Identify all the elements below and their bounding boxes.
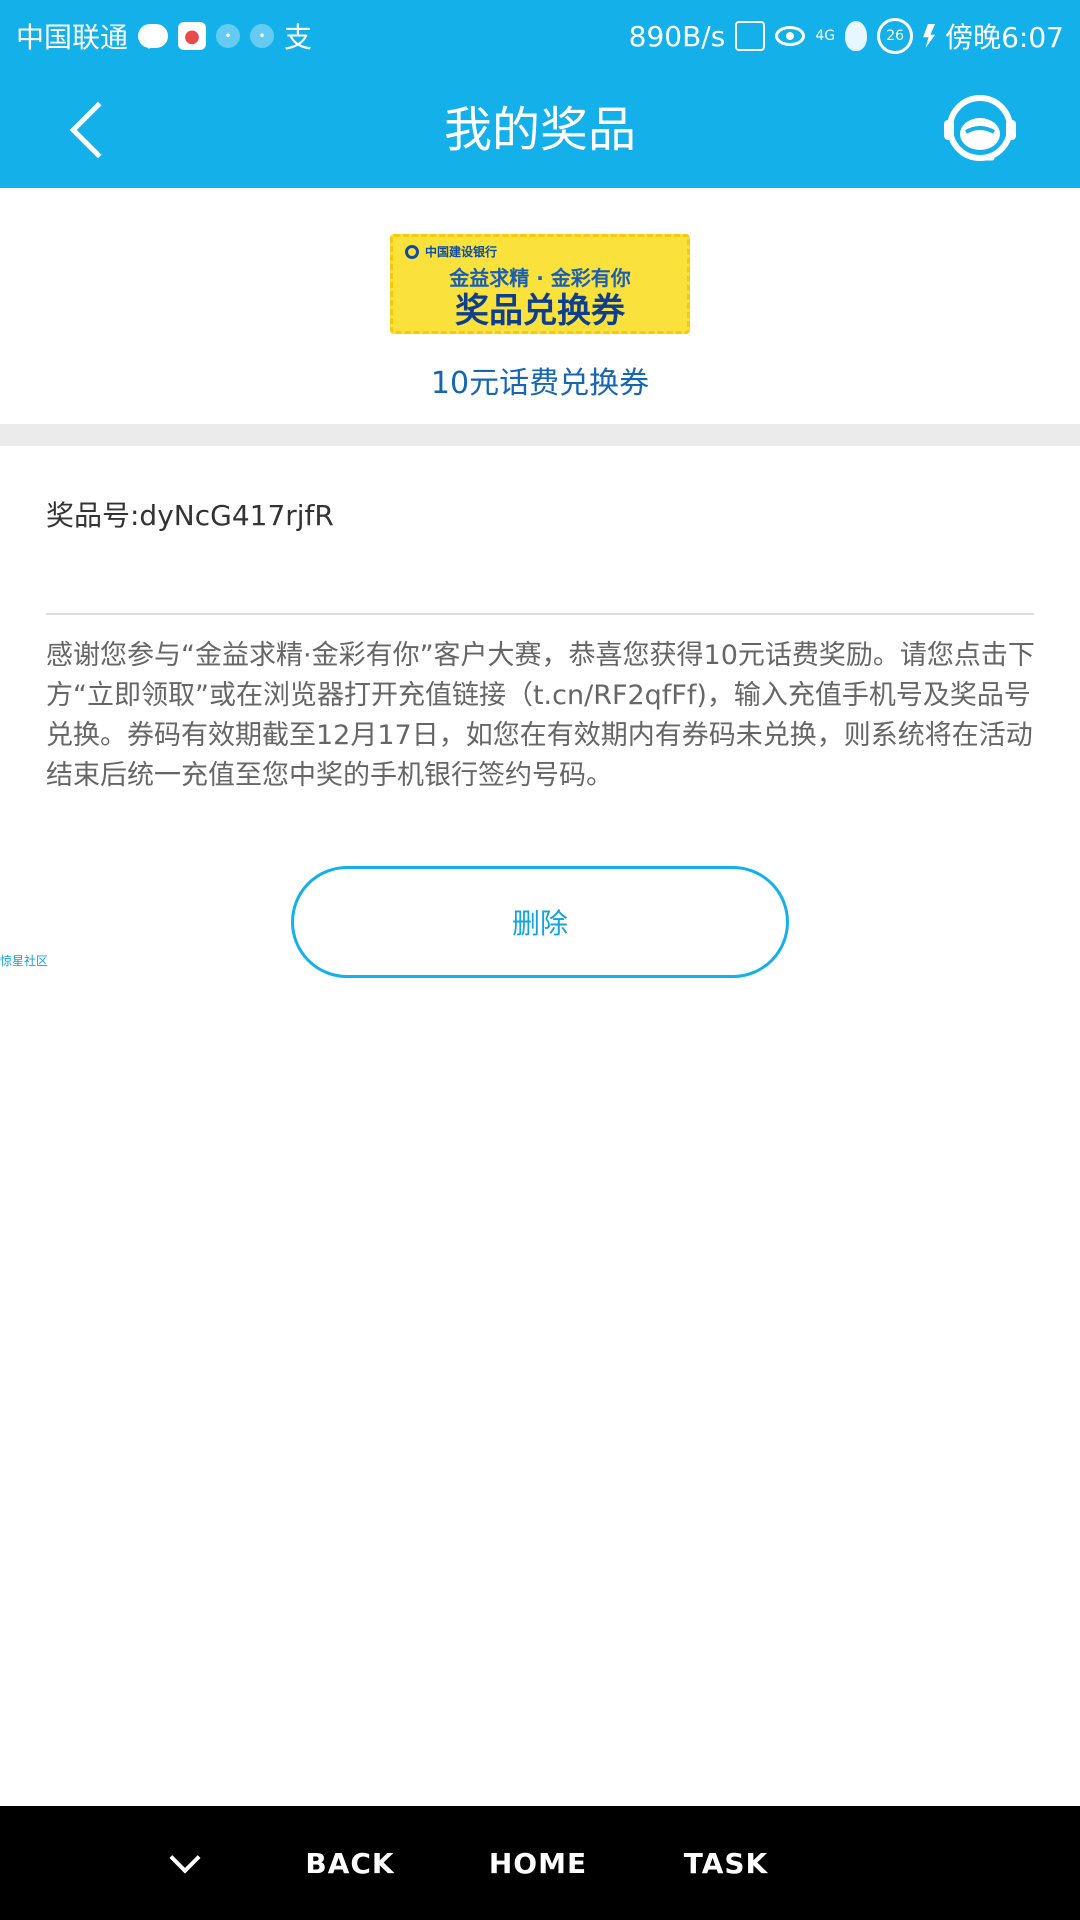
voucher-title: 奖品兑换券 bbox=[455, 291, 625, 331]
nav-home-button[interactable]: HOME bbox=[488, 1806, 588, 1920]
hide-nav-button[interactable] bbox=[150, 1806, 220, 1920]
divider bbox=[46, 613, 1034, 615]
prize-description: 感谢您参与“金益求精·金彩有你”客户大赛，恭喜您获得10元话费奖励。请您点击下方… bbox=[46, 640, 1035, 791]
network-type: 4G bbox=[815, 28, 836, 44]
app-notification-icon-2: • bbox=[250, 24, 275, 48]
section-divider bbox=[0, 424, 1080, 446]
status-bar: 中国联通 ● • • 支 890B/s 4G 26 傍晚6:07 bbox=[0, 0, 1080, 72]
alipay-icon: 支 bbox=[284, 21, 313, 54]
clock: 傍晚6:07 bbox=[945, 21, 1064, 54]
app-notification-icon: • bbox=[216, 24, 241, 48]
signal-icon bbox=[845, 21, 868, 51]
vibrate-icon bbox=[735, 21, 766, 51]
customer-service-button[interactable] bbox=[940, 90, 1020, 170]
page-title: 我的奖品 bbox=[443, 102, 636, 158]
nav-task-button[interactable]: TASK bbox=[676, 1806, 776, 1920]
voucher-image: 中国建设银行 金益求精 · 金彩有你 奖品兑换券 bbox=[390, 234, 690, 334]
nav-back-button[interactable]: BACK bbox=[300, 1806, 400, 1920]
customer-service-icon bbox=[944, 95, 1016, 161]
bank-logo-icon bbox=[405, 244, 419, 259]
prize-name: 10元话费兑换券 bbox=[430, 366, 650, 401]
bottom-nav-bar: BACK HOME TASK bbox=[0, 1806, 1080, 1920]
charging-icon bbox=[923, 24, 936, 48]
voucher-slogan: 金益求精 · 金彩有你 bbox=[449, 266, 631, 290]
battery-level: 26 bbox=[877, 18, 914, 54]
side-tag[interactable]: 惊星社区 bbox=[0, 952, 48, 969]
prize-header: 中国建设银行 金益求精 · 金彩有你 奖品兑换券 10元话费兑换券 bbox=[0, 188, 1080, 424]
chevron-down-icon bbox=[169, 1842, 201, 1874]
network-speed: 890B/s bbox=[628, 19, 726, 53]
voucher-bank: 中国建设银行 bbox=[405, 243, 675, 260]
voucher-bank-label: 中国建设银行 bbox=[425, 245, 498, 259]
prize-code: 奖品号:dyNcG417rjfR bbox=[46, 499, 334, 532]
delete-button[interactable]: 删除 bbox=[291, 866, 789, 978]
eye-comfort-icon bbox=[775, 26, 806, 46]
map-pin-icon: ● bbox=[178, 22, 207, 50]
message-icon bbox=[138, 24, 169, 49]
carrier-label: 中国联通 bbox=[16, 21, 129, 54]
title-bar: 我的奖品 bbox=[0, 72, 1080, 188]
